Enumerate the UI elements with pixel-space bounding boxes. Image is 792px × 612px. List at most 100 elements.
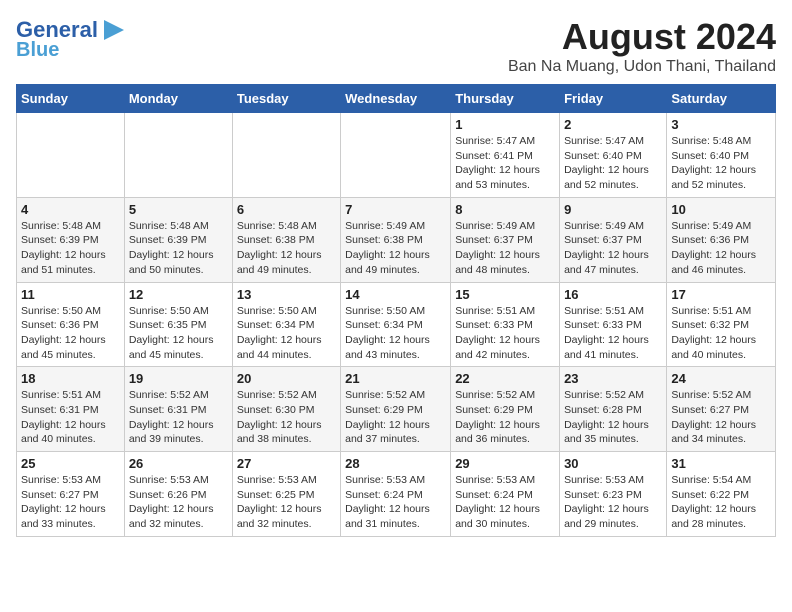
day-number: 31 [671,456,771,471]
day-cell: 2Sunrise: 5:47 AM Sunset: 6:40 PM Daylig… [560,113,667,198]
day-number: 5 [129,202,228,217]
day-number: 26 [129,456,228,471]
day-info: Sunrise: 5:52 AM Sunset: 6:30 PM Dayligh… [237,388,336,447]
day-number: 25 [21,456,120,471]
day-cell [232,113,340,198]
day-number: 15 [455,287,555,302]
day-cell: 12 Sunrise: 5:50 AM Sunset: 6:35 PM Dayli… [124,282,232,367]
location: Ban Na Muang, Udon Thani, Thailand [508,58,776,76]
day-info: Sunrise: 5:53 AM Sunset: 6:23 PM Dayligh… [564,473,662,532]
day-info: Sunrise: 5:53 AM Sunset: 6:26 PM Dayligh… [129,473,228,532]
day-info: Sunrise: 5:48 AM Sunset: 6:38 PM Dayligh… [237,219,336,278]
day-number: 7 [345,202,446,217]
day-info: Sunrise: 5:49 AM Sunset: 6:37 PM Dayligh… [455,219,555,278]
logo-text: General [16,19,98,41]
day-number: 13 [237,287,336,302]
day-cell: 18 Sunrise: 5:51 AM Sunset: 6:31 PM Dayli… [17,367,125,452]
day-cell: 16Sunrise: 5:51 AM Sunset: 6:33 PM Dayli… [560,282,667,367]
weekday-header-row: SundayMondayTuesdayWednesdayThursdayFrid… [17,85,776,113]
day-number: 12 [129,287,228,302]
day-info: Sunrise: 5:53 AM Sunset: 6:27 PM Dayligh… [21,473,120,532]
day-info: Sunrise: 5:53 AM Sunset: 6:25 PM Dayligh… [237,473,336,532]
day-cell: 20 Sunrise: 5:52 AM Sunset: 6:30 PM Dayli… [232,367,340,452]
day-cell: 28 Sunrise: 5:53 AM Sunset: 6:24 PM Dayli… [341,452,451,537]
day-cell: 8 Sunrise: 5:49 AM Sunset: 6:37 PM Daylig… [451,197,560,282]
day-info: Sunrise: 5:51 AM Sunset: 6:32 PM Dayligh… [671,304,771,363]
day-info: Sunrise: 5:52 AM Sunset: 6:29 PM Dayligh… [455,388,555,447]
day-number: 2 [564,117,662,132]
day-number: 20 [237,371,336,386]
day-cell: 24Sunrise: 5:52 AM Sunset: 6:27 PM Dayli… [667,367,776,452]
day-cell: 11 Sunrise: 5:50 AM Sunset: 6:36 PM Dayli… [17,282,125,367]
week-row-1: 1Sunrise: 5:47 AM Sunset: 6:41 PM Daylig… [17,113,776,198]
day-number: 29 [455,456,555,471]
title-area: August 2024 Ban Na Muang, Udon Thani, Th… [508,16,776,76]
header: General Blue August 2024 Ban Na Muang, U… [16,16,776,76]
day-info: Sunrise: 5:50 AM Sunset: 6:35 PM Dayligh… [129,304,228,363]
day-cell: 14 Sunrise: 5:50 AM Sunset: 6:34 PM Dayli… [341,282,451,367]
day-number: 23 [564,371,662,386]
day-cell: 22 Sunrise: 5:52 AM Sunset: 6:29 PM Dayli… [451,367,560,452]
day-cell: 19 Sunrise: 5:52 AM Sunset: 6:31 PM Dayli… [124,367,232,452]
day-info: Sunrise: 5:48 AM Sunset: 6:39 PM Dayligh… [129,219,228,278]
day-info: Sunrise: 5:49 AM Sunset: 6:38 PM Dayligh… [345,219,446,278]
day-cell [124,113,232,198]
day-number: 6 [237,202,336,217]
day-cell: 7 Sunrise: 5:49 AM Sunset: 6:38 PM Daylig… [341,197,451,282]
day-number: 21 [345,371,446,386]
weekday-header-sunday: Sunday [17,85,125,113]
day-info: Sunrise: 5:50 AM Sunset: 6:36 PM Dayligh… [21,304,120,363]
day-cell: 30 Sunrise: 5:53 AM Sunset: 6:23 PM Dayli… [560,452,667,537]
day-cell: 1Sunrise: 5:47 AM Sunset: 6:41 PM Daylig… [451,113,560,198]
day-info: Sunrise: 5:52 AM Sunset: 6:31 PM Dayligh… [129,388,228,447]
weekday-header-tuesday: Tuesday [232,85,340,113]
day-info: Sunrise: 5:51 AM Sunset: 6:33 PM Dayligh… [455,304,555,363]
day-number: 22 [455,371,555,386]
day-info: Sunrise: 5:52 AM Sunset: 6:27 PM Dayligh… [671,388,771,447]
logo-blue-text: Blue [16,40,59,60]
day-number: 27 [237,456,336,471]
day-number: 9 [564,202,662,217]
day-info: Sunrise: 5:48 AM Sunset: 6:40 PM Dayligh… [671,134,771,193]
day-number: 19 [129,371,228,386]
day-cell: 13 Sunrise: 5:50 AM Sunset: 6:34 PM Dayli… [232,282,340,367]
day-number: 30 [564,456,662,471]
weekday-header-thursday: Thursday [451,85,560,113]
day-info: Sunrise: 5:48 AM Sunset: 6:39 PM Dayligh… [21,219,120,278]
day-number: 28 [345,456,446,471]
day-number: 14 [345,287,446,302]
day-cell: 31 Sunrise: 5:54 AM Sunset: 6:22 PM Dayli… [667,452,776,537]
day-cell: 5 Sunrise: 5:48 AM Sunset: 6:39 PM Daylig… [124,197,232,282]
day-info: Sunrise: 5:50 AM Sunset: 6:34 PM Dayligh… [345,304,446,363]
day-number: 11 [21,287,120,302]
weekday-header-saturday: Saturday [667,85,776,113]
logo: General Blue [16,16,128,60]
day-info: Sunrise: 5:53 AM Sunset: 6:24 PM Dayligh… [345,473,446,532]
day-info: Sunrise: 5:49 AM Sunset: 6:37 PM Dayligh… [564,219,662,278]
weekday-header-friday: Friday [560,85,667,113]
week-row-5: 25 Sunrise: 5:53 AM Sunset: 6:27 PM Dayli… [17,452,776,537]
day-cell: 10Sunrise: 5:49 AM Sunset: 6:36 PM Dayli… [667,197,776,282]
day-info: Sunrise: 5:51 AM Sunset: 6:33 PM Dayligh… [564,304,662,363]
day-cell: 26 Sunrise: 5:53 AM Sunset: 6:26 PM Dayli… [124,452,232,537]
day-info: Sunrise: 5:54 AM Sunset: 6:22 PM Dayligh… [671,473,771,532]
day-number: 8 [455,202,555,217]
day-info: Sunrise: 5:50 AM Sunset: 6:34 PM Dayligh… [237,304,336,363]
day-cell: 21Sunrise: 5:52 AM Sunset: 6:29 PM Dayli… [341,367,451,452]
calendar-table: SundayMondayTuesdayWednesdayThursdayFrid… [16,84,776,537]
day-cell: 23 Sunrise: 5:52 AM Sunset: 6:28 PM Dayli… [560,367,667,452]
weekday-header-wednesday: Wednesday [341,85,451,113]
day-cell [17,113,125,198]
logo-arrow-icon [100,16,128,44]
day-info: Sunrise: 5:47 AM Sunset: 6:41 PM Dayligh… [455,134,555,193]
day-info: Sunrise: 5:53 AM Sunset: 6:24 PM Dayligh… [455,473,555,532]
day-number: 18 [21,371,120,386]
day-info: Sunrise: 5:52 AM Sunset: 6:28 PM Dayligh… [564,388,662,447]
day-cell: 29 Sunrise: 5:53 AM Sunset: 6:24 PM Dayli… [451,452,560,537]
day-cell: 4Sunrise: 5:48 AM Sunset: 6:39 PM Daylig… [17,197,125,282]
day-info: Sunrise: 5:51 AM Sunset: 6:31 PM Dayligh… [21,388,120,447]
day-cell: 3Sunrise: 5:48 AM Sunset: 6:40 PM Daylig… [667,113,776,198]
day-info: Sunrise: 5:49 AM Sunset: 6:36 PM Dayligh… [671,219,771,278]
day-cell [341,113,451,198]
weekday-header-monday: Monday [124,85,232,113]
